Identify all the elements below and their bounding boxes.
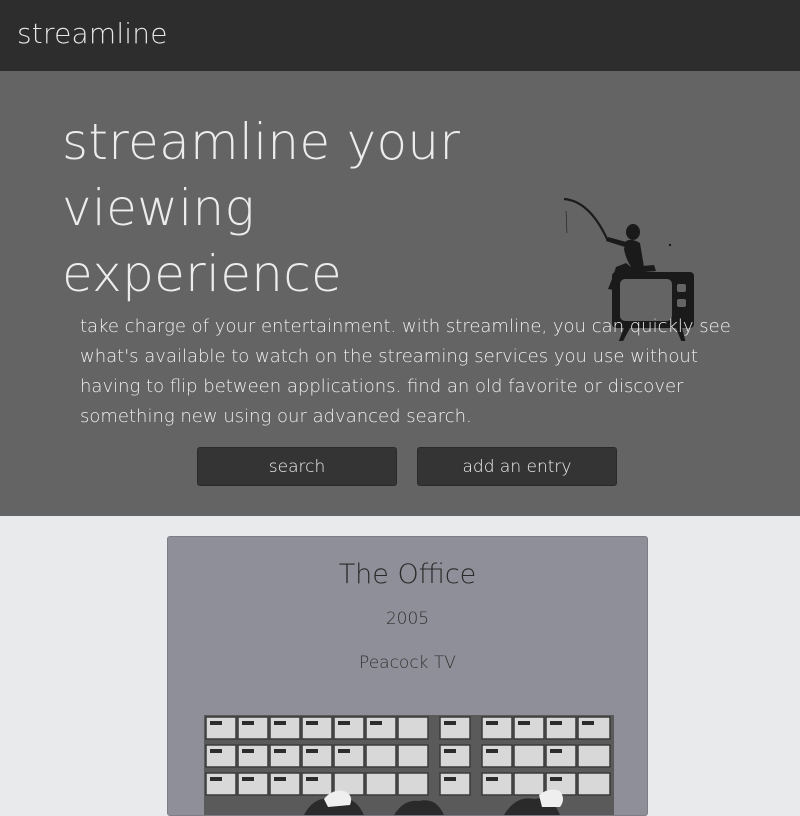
brand-logo[interactable]: streamline (17, 17, 168, 50)
hero-title: streamline your viewing experience (62, 113, 461, 303)
fisherman-on-tv-icon (563, 197, 694, 341)
show-title: The Office (338, 559, 477, 590)
show-image (204, 715, 614, 815)
search-button[interactable]: search (197, 447, 397, 486)
add-entry-button[interactable]: add an entry (417, 447, 617, 486)
show-service: Peacock TV (359, 653, 456, 673)
navbar: streamline (0, 0, 800, 71)
hero-description: take charge of your entertainment. with … (80, 316, 731, 427)
boxes-photo-icon (204, 715, 614, 815)
show-card[interactable]: The Office 2005 Peacock TV (167, 536, 648, 816)
show-year: 2005 (385, 609, 430, 629)
hero-section: streamline your viewing experience take … (0, 71, 800, 516)
